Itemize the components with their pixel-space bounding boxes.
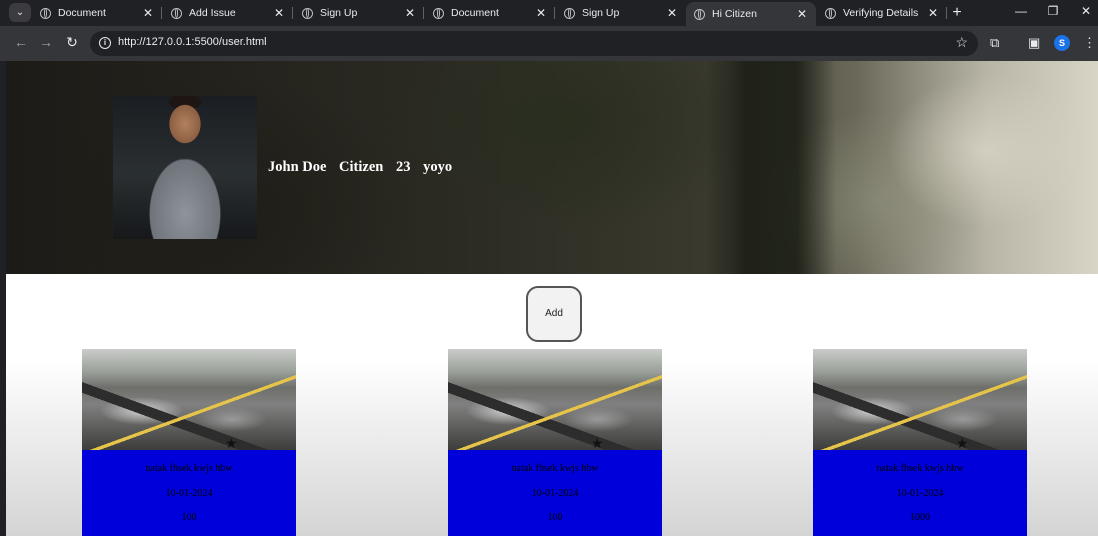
road-damage-image xyxy=(448,349,662,450)
star-icon[interactable]: ★ xyxy=(956,436,969,450)
issue-card-body: natak fhsek kwjs hbw 10-01-2024 1000 xyxy=(813,450,1027,536)
close-window-icon[interactable]: ✕ xyxy=(1074,4,1098,18)
issue-title: natak fhsek kwjs hbw xyxy=(876,463,964,474)
user-note: yoyo xyxy=(423,159,453,175)
user-age: 23 xyxy=(395,159,411,175)
user-name: John Doe xyxy=(268,159,327,175)
close-tab-icon[interactable]: ✕ xyxy=(794,7,810,21)
tab-separator xyxy=(423,7,424,19)
page-viewport: John Doe Citizen 23 yoyo Add ★ natak fhs… xyxy=(6,61,1098,536)
globe-icon xyxy=(40,7,51,19)
site-info-icon[interactable]: i xyxy=(99,37,111,49)
tab-title: Document xyxy=(451,7,499,19)
minimize-icon[interactable]: — xyxy=(1009,4,1033,18)
tab-sign-up-2[interactable]: Sign Up ✕ xyxy=(556,2,686,24)
issue-title: natak fhsek kwjs hbw xyxy=(145,463,233,474)
forward-icon[interactable]: → xyxy=(37,34,55,50)
hero-tree-background xyxy=(706,61,836,274)
road-damage-image xyxy=(82,349,296,450)
profile-avatar[interactable]: S xyxy=(1054,35,1070,51)
restore-icon[interactable]: ❐ xyxy=(1041,4,1065,18)
globe-icon xyxy=(564,7,575,19)
road-damage-image xyxy=(813,349,1027,450)
issue-date: 10-01-2024 xyxy=(165,488,213,499)
globe-icon xyxy=(694,8,705,20)
issue-card[interactable]: ★ natak fhsek kwjs hbw 10-01-2024 1000 xyxy=(813,349,1027,536)
hero-banner: John Doe Citizen 23 yoyo xyxy=(6,61,1098,274)
tab-separator xyxy=(161,7,162,19)
new-tab-icon[interactable]: + xyxy=(949,3,965,22)
close-tab-icon[interactable]: ✕ xyxy=(925,6,941,20)
url-text[interactable]: http://127.0.0.1:5500/user.html xyxy=(118,36,267,48)
tab-title: Hi Citizen xyxy=(712,8,757,20)
globe-icon xyxy=(302,7,313,19)
issue-value: 100 xyxy=(181,512,197,523)
tab-title: Add Issue xyxy=(189,7,236,19)
tab-document-1[interactable]: Document ✕ xyxy=(32,2,162,24)
issue-date: 10-01-2024 xyxy=(896,488,944,499)
tab-sign-up-1[interactable]: Sign Up ✕ xyxy=(294,2,424,24)
star-icon[interactable]: ★ xyxy=(225,436,238,450)
issue-date: 10-01-2024 xyxy=(531,488,579,499)
close-tab-icon[interactable]: ✕ xyxy=(402,6,418,20)
tab-title: Sign Up xyxy=(320,7,358,19)
globe-icon xyxy=(171,7,182,19)
tab-strip: ⌄ Document ✕ Add Issue ✕ Sign Up ✕ Docum… xyxy=(0,0,1098,26)
tab-verifying-details[interactable]: Verifying Details ✕ xyxy=(817,2,947,24)
extensions-icon[interactable]: ⧉ xyxy=(990,35,999,51)
address-bar[interactable]: i http://127.0.0.1:5500/user.html ☆ xyxy=(90,31,978,56)
tab-title: Verifying Details xyxy=(843,7,919,19)
bookmark-star-icon[interactable]: ☆ xyxy=(955,34,968,51)
profile-photo xyxy=(113,96,257,239)
tab-separator xyxy=(292,7,293,19)
tab-document-2[interactable]: Document ✕ xyxy=(425,2,555,24)
close-tab-icon[interactable]: ✕ xyxy=(664,6,680,20)
issue-card[interactable]: ★ natak fhsek kwjs hbw 10-01-2024 100 xyxy=(82,349,296,536)
tab-separator xyxy=(554,7,555,19)
issue-card-body: natak fhsek kwjs hbw 10-01-2024 100 xyxy=(448,450,662,536)
globe-icon xyxy=(825,7,836,19)
user-info: John Doe Citizen 23 yoyo xyxy=(268,159,461,176)
issue-value: 1000 xyxy=(910,512,930,523)
tab-search-chevron-icon[interactable]: ⌄ xyxy=(9,3,31,22)
tab-add-issue[interactable]: Add Issue ✕ xyxy=(163,2,293,24)
globe-icon xyxy=(433,7,444,19)
close-tab-icon[interactable]: ✕ xyxy=(271,6,287,20)
tab-separator xyxy=(946,7,947,19)
issue-card[interactable]: ★ natak fhsek kwjs hbw 10-01-2024 100 xyxy=(448,349,662,536)
menu-kebab-icon[interactable]: ⋮ xyxy=(1083,35,1096,51)
tab-title: Document xyxy=(58,7,106,19)
back-icon[interactable]: ← xyxy=(12,34,30,50)
close-tab-icon[interactable]: ✕ xyxy=(533,6,549,20)
tab-title: Sign Up xyxy=(582,7,620,19)
add-issue-button[interactable]: Add xyxy=(526,286,582,342)
browser-toolbar: ← → ↻ i http://127.0.0.1:5500/user.html … xyxy=(0,26,1098,61)
issue-value: 100 xyxy=(547,512,563,523)
close-tab-icon[interactable]: ✕ xyxy=(140,6,156,20)
issue-card-body: natak fhsek kwjs hbw 10-01-2024 100 xyxy=(82,450,296,536)
user-role: Citizen xyxy=(339,159,384,175)
side-panel-icon[interactable]: ▣ xyxy=(1028,35,1040,51)
reload-icon[interactable]: ↻ xyxy=(63,34,81,51)
star-icon[interactable]: ★ xyxy=(591,436,604,450)
tab-hi-citizen[interactable]: Hi Citizen ✕ xyxy=(686,2,816,26)
issue-title: natak fhsek kwjs hbw xyxy=(511,463,599,474)
